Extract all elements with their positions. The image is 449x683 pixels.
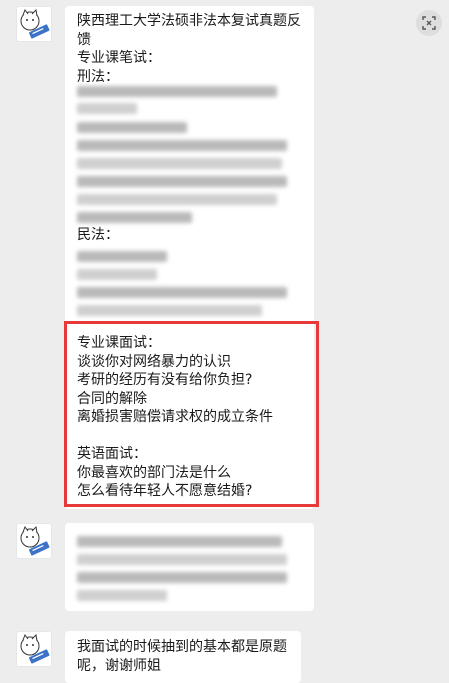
section-heading: 刑法： xyxy=(77,68,119,85)
message-text: 呢，谢谢师姐 xyxy=(77,657,161,674)
message-bubble: 我面试的时候抽到的基本都是原题 呢，谢谢师姐 xyxy=(65,631,301,683)
avatar[interactable] xyxy=(16,631,52,667)
avatar[interactable] xyxy=(16,6,52,42)
message-text: 馈 xyxy=(77,31,91,48)
avatar[interactable] xyxy=(16,523,52,559)
message-text: 我面试的时候抽到的基本都是原题 xyxy=(77,639,287,655)
section-heading: 民法： xyxy=(77,227,119,243)
section-heading: 专业课笔试： xyxy=(77,50,161,66)
highlight-box xyxy=(64,321,319,507)
message-bubble xyxy=(65,523,314,611)
scan-icon[interactable] xyxy=(416,10,442,36)
message-title: 陕西理工大学法硕非法本复试真题反 xyxy=(77,13,301,29)
